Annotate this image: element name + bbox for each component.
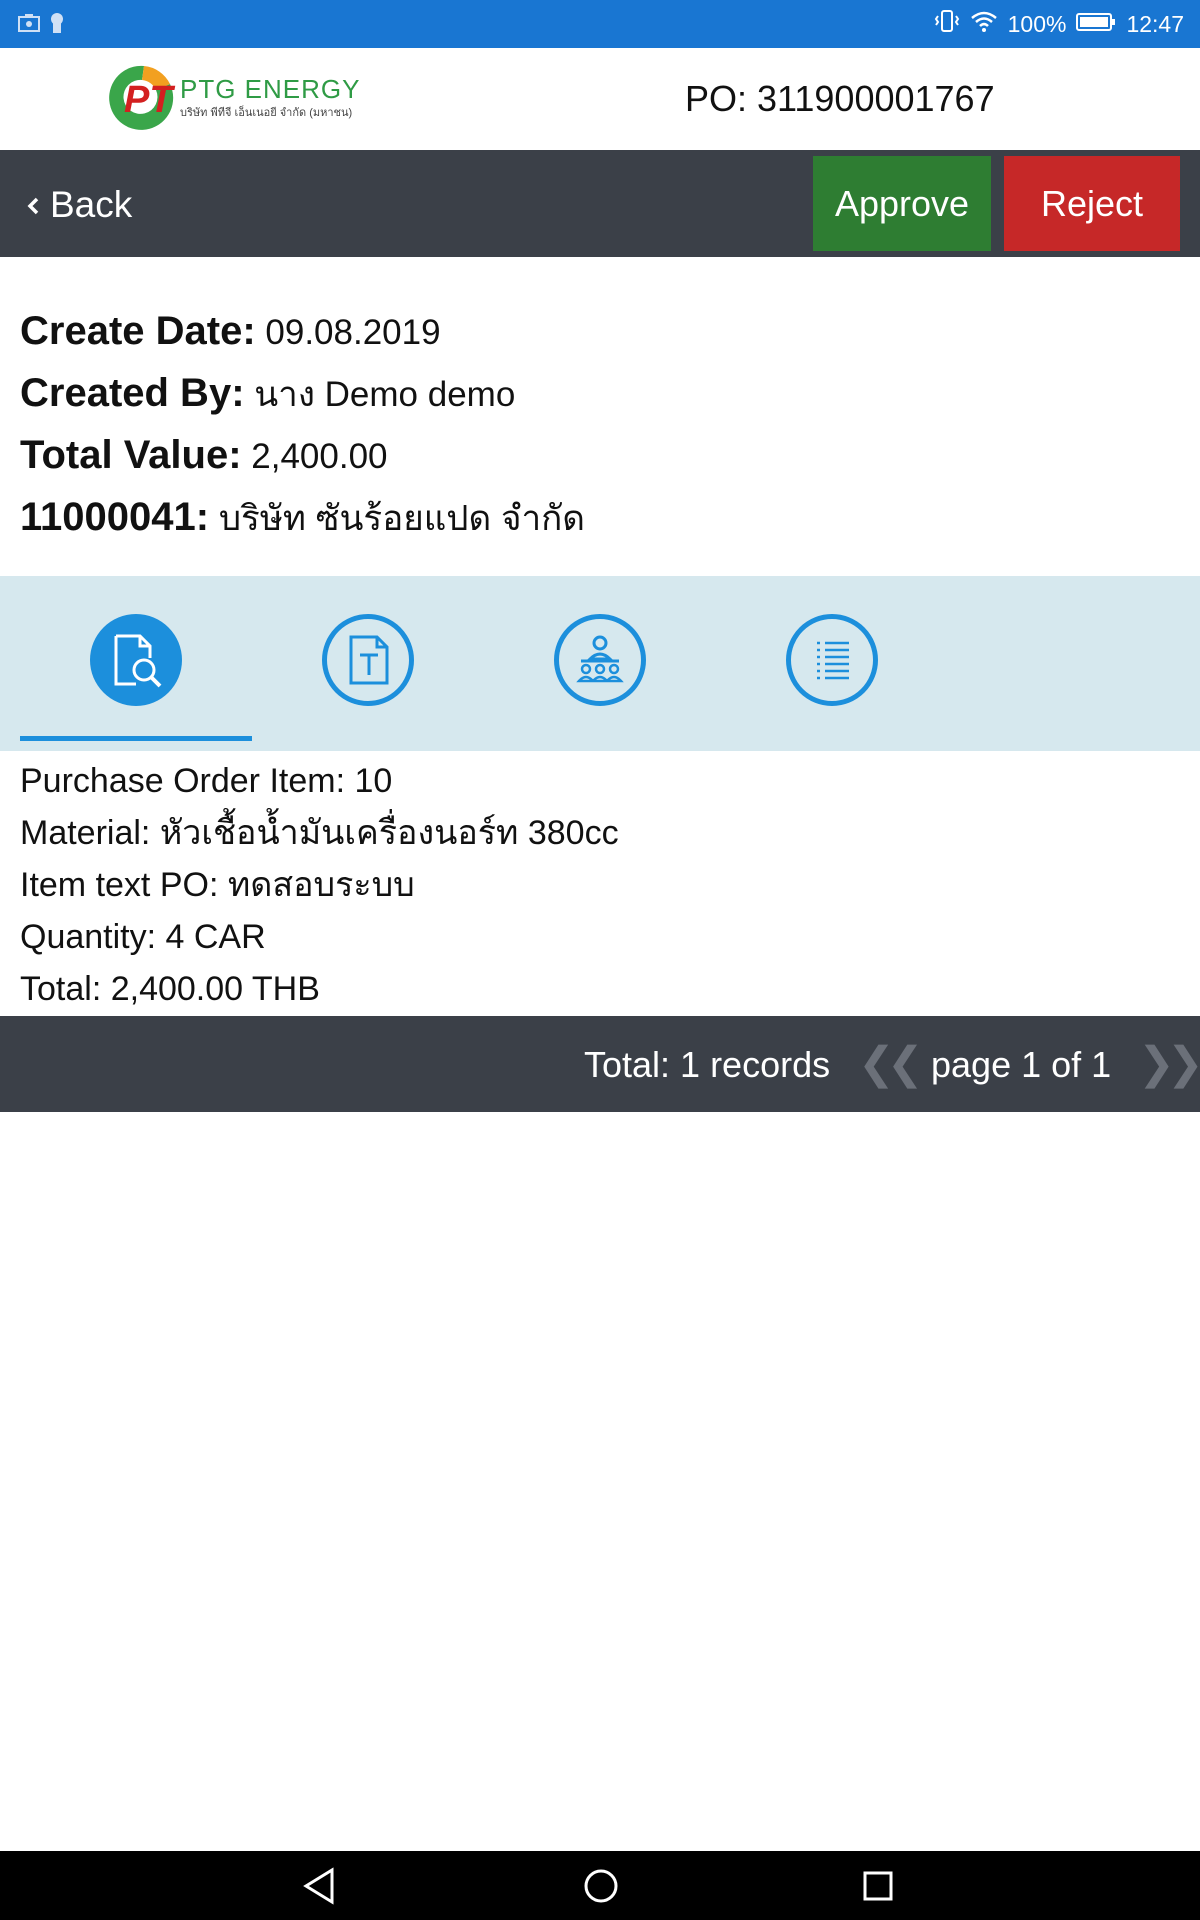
pagination-bar: Total: 1 records ❮❮ page 1 of 1 ❯❯ [0,1016,1200,1112]
wifi-icon [970,9,998,39]
text-document-icon [349,635,389,685]
active-tab-indicator [20,736,252,741]
document-search-icon [114,634,162,688]
tab-item-text[interactable] [322,614,414,706]
tab-item-approvers[interactable] [554,614,646,706]
vibrate-icon [934,8,960,40]
total-value-row: Total Value: 2,400.00 [20,424,585,486]
create-date-label: Create Date: [20,309,256,353]
created-by-row: Created By: นาง Demo demo [20,362,585,424]
tab-item-list[interactable] [786,614,878,706]
material-text: Material: หัวเชื้อน้ำมันเครื่องนอร์ท 380… [20,814,619,852]
previous-page-icon[interactable]: ❮❮ [858,1038,924,1089]
status-bar: 100% 12:47 [0,0,1200,48]
logo-subtitle: บริษัท พีทีจี เอ็นเนอยี จำกัด (มหาชน) [180,105,352,119]
approve-button[interactable]: Approve [813,156,991,251]
create-date-value: 09.08.2019 [265,313,441,352]
next-page-icon[interactable]: ❯❯ [1138,1038,1200,1089]
keyhole-notification-icon [50,12,64,38]
list-icon [817,641,849,680]
nav-recents-icon[interactable] [862,1870,894,1906]
company-logo: PT PTG ENERGY บริษัท พีทีจี เอ็นเนอยี จำ… [108,60,378,136]
back-button-label: Back [50,184,133,225]
po-item-details: Purchase Order Item: 10 Material: หัวเชื… [20,755,619,1015]
screenshot-notification-icon [18,13,40,37]
created-by-label: Created By: [20,371,245,415]
nav-home-icon[interactable] [583,1868,619,1908]
created-by-value: นาง Demo demo [254,375,516,414]
logo-title: PTG ENERGY [180,74,360,104]
people-icon [576,635,624,683]
clock: 12:47 [1126,10,1184,37]
nav-back-icon[interactable] [302,1867,338,1909]
po-summary: Create Date: 09.08.2019 Created By: นาง … [20,300,585,548]
total-records: Total: 1 records [584,1044,831,1085]
total-value-value: 2,400.00 [251,437,388,476]
item-text-po: Item text PO: ทดสอบระบบ [20,866,415,904]
tab-item-detail[interactable] [90,614,182,706]
battery-icon [1076,11,1116,38]
chevron-left-icon [26,184,40,226]
page-indicator: page 1 of 1 [931,1044,1112,1085]
reject-button[interactable]: Reject [1004,156,1180,251]
svg-text:PT: PT [124,79,175,121]
vendor-row: 11000041: บริษัท ซันร้อยแปด จำกัด [20,486,585,548]
po-item-number: Purchase Order Item: 10 [20,762,393,800]
back-button[interactable]: Back [26,184,132,226]
battery-percent: 100% [1007,10,1067,37]
po-number-title: PO: 311900001767 [685,78,995,119]
create-date-row: Create Date: 09.08.2019 [20,300,585,362]
vendor-code-label: 11000041: [20,495,210,539]
total-value-label: Total Value: [20,433,242,477]
system-navigation-bar [0,1851,1200,1920]
quantity-text: Quantity: 4 CAR [20,918,266,956]
vendor-name: บริษัท ซันร้อยแปด จำกัด [218,499,586,538]
item-total-text: Total: 2,400.00 THB [20,970,320,1008]
